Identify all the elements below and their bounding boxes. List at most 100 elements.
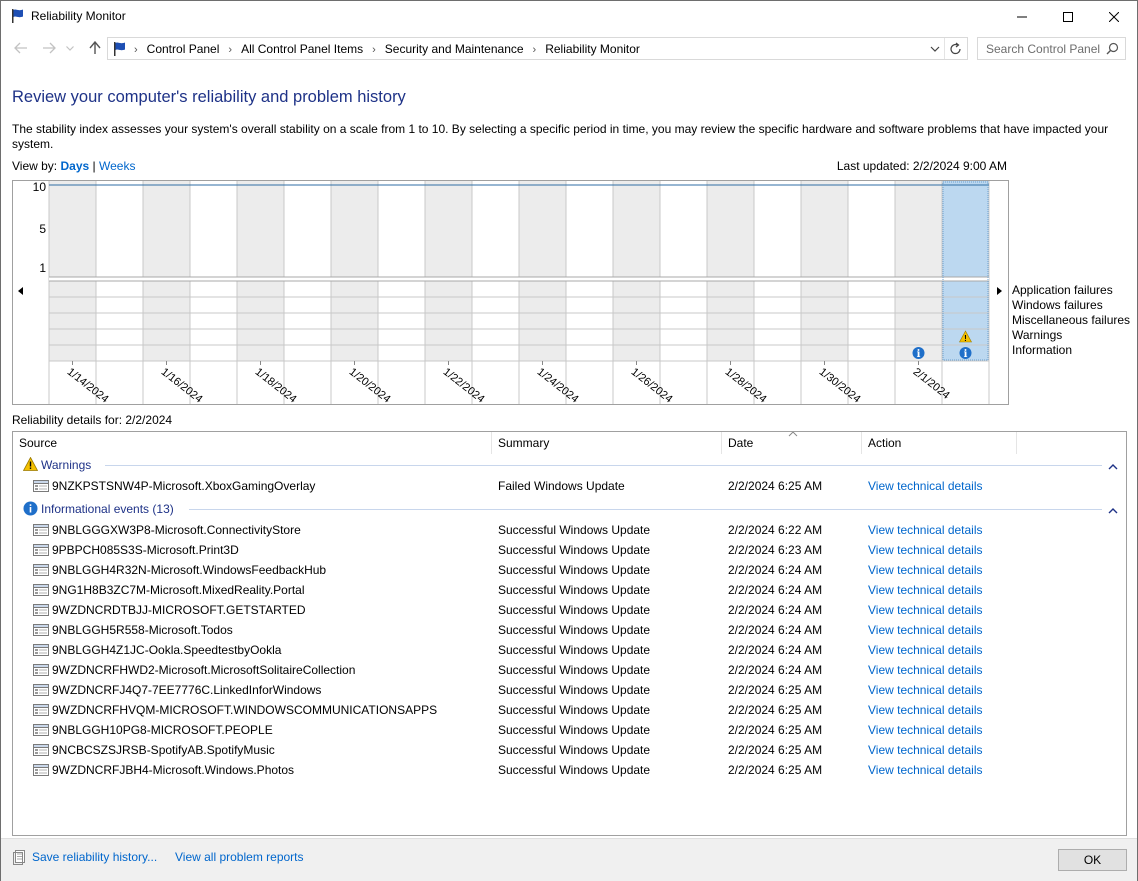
breadcrumb-security-maintenance[interactable]: Security and Maintenance (385, 42, 524, 56)
search-input[interactable] (986, 39, 1112, 58)
collapse-chevron-icon[interactable] (1108, 463, 1118, 470)
legend-misc-failures: Miscellaneous failures (1012, 313, 1131, 327)
up-button[interactable] (86, 40, 104, 56)
refresh-icon[interactable] (949, 41, 963, 57)
table-row[interactable]: 9NBLGGH4Z1JC-Ookla.SpeedtestbyOokla Succe… (13, 640, 1126, 660)
table-row[interactable]: 9NCBCSZSJRSB-SpotifyAB.SpotifyMusic Succe… (13, 740, 1126, 760)
breadcrumb-separator-icon[interactable]: › (372, 44, 376, 56)
search-icon[interactable] (1106, 42, 1119, 55)
reliability-chart[interactable]: 10 5 1 1/14/2024 1/16/2024 1/18/2024 1/20/2024… (12, 180, 1009, 405)
day-column[interactable] (848, 181, 895, 361)
table-row[interactable]: 9WZDNCRDTBJJ-MICROSOFT.GETSTARTED Success… (13, 600, 1126, 620)
breadcrumb-all-items[interactable]: All Control Panel Items (241, 42, 363, 56)
column-source[interactable]: Source (13, 432, 492, 454)
row-source: 9NZKPSTSNW4P-Microsoft.XboxGamingOverlay (52, 479, 316, 493)
view-days-link[interactable]: Days (60, 159, 89, 173)
row-summary: Successful Windows Update (498, 623, 651, 637)
save-reliability-history-link[interactable]: Save reliability history... (32, 850, 157, 864)
reliability-chart-graphic[interactable]: 10 5 1 1/14/2024 1/16/2024 1/18/2024 1/20/2024… (13, 181, 1010, 406)
view-technical-details-link[interactable]: View technical details (868, 563, 983, 577)
row-summary: Successful Windows Update (498, 703, 651, 717)
row-date: 2/2/2024 6:25 AM (728, 723, 823, 737)
table-row[interactable]: 9PBPCH085S3S-Microsoft.Print3D Successful… (13, 540, 1126, 560)
breadcrumb-separator-icon[interactable]: › (533, 44, 537, 56)
search-box[interactable] (977, 37, 1126, 60)
day-column[interactable] (613, 181, 660, 361)
view-technical-details-link[interactable]: View technical details (868, 623, 983, 637)
view-technical-details-link[interactable]: View technical details (868, 703, 983, 717)
view-technical-details-link[interactable]: View technical details (868, 663, 983, 677)
table-row[interactable]: 9NZKPSTSNW4P-Microsoft.XboxGamingOverlay… (13, 476, 1126, 496)
day-column[interactable] (378, 181, 425, 361)
breadcrumb-separator-icon[interactable]: › (228, 44, 232, 56)
view-technical-details-link[interactable]: View technical details (868, 643, 983, 657)
day-column[interactable] (331, 181, 378, 361)
application-icon (33, 624, 49, 636)
application-icon (33, 644, 49, 656)
forward-button[interactable] (40, 40, 58, 56)
view-technical-details-link[interactable]: View technical details (868, 479, 983, 493)
view-all-problem-reports-link[interactable]: View all problem reports (175, 850, 304, 864)
table-row[interactable]: 9NBLGGH10PG8-MICROSOFT.PEOPLE Successful … (13, 720, 1126, 740)
address-bar[interactable]: › Control Panel › All Control Panel Items › S… (107, 37, 968, 60)
day-column[interactable] (472, 181, 519, 361)
table-row[interactable]: 9NBLGGH4R32N-Microsoft.WindowsFeedbackHu… (13, 560, 1126, 580)
view-technical-details-link[interactable]: View technical details (868, 603, 983, 617)
back-button[interactable] (12, 40, 30, 56)
table-row[interactable]: 9WZDNCRFJ4Q7-7EE7776C.LinkedInforWindows… (13, 680, 1126, 700)
row-date: 2/2/2024 6:24 AM (728, 603, 823, 617)
application-icon (33, 764, 49, 776)
column-summary[interactable]: Summary (492, 432, 722, 454)
table-row[interactable]: 9WZDNCRFJBH4-Microsoft.Windows.Photos Suc… (13, 760, 1126, 780)
day-column[interactable] (49, 181, 96, 361)
breadcrumb-control-panel[interactable]: Control Panel (147, 42, 220, 56)
day-column[interactable] (754, 181, 801, 361)
day-column[interactable] (237, 181, 284, 361)
ok-button[interactable]: OK (1058, 849, 1127, 871)
application-icon (33, 563, 49, 580)
column-action[interactable]: Action (862, 432, 1017, 454)
day-column[interactable] (190, 181, 237, 361)
day-column[interactable] (895, 181, 942, 361)
maximize-button[interactable] (1045, 1, 1091, 32)
day-column[interactable] (660, 181, 707, 361)
day-column[interactable] (707, 181, 754, 361)
minimize-button[interactable] (999, 1, 1045, 32)
view-technical-details-link[interactable]: View technical details (868, 723, 983, 737)
scroll-left-icon[interactable] (18, 287, 23, 295)
x-tick-label: 1/30/2024 (817, 366, 863, 406)
view-weeks-link[interactable]: Weeks (99, 159, 135, 173)
table-row[interactable]: 9NBLGGGXW3P8-Microsoft.ConnectivityStore… (13, 520, 1126, 540)
address-dropdown-icon[interactable] (929, 41, 941, 57)
view-technical-details-link[interactable]: View technical details (868, 583, 983, 597)
day-column[interactable] (519, 181, 566, 361)
breadcrumb-reliability-monitor[interactable]: Reliability Monitor (545, 42, 640, 56)
view-technical-details-link[interactable]: View technical details (868, 743, 983, 757)
scroll-right-icon[interactable] (997, 287, 1002, 295)
view-technical-details-link[interactable]: View technical details (868, 543, 983, 557)
application-icon (33, 763, 49, 780)
view-technical-details-link[interactable]: View technical details (868, 683, 983, 697)
legend-application-failures: Application failures (1012, 283, 1113, 297)
table-row[interactable]: 9WZDNCRFHWD2-Microsoft.MicrosoftSolitair… (13, 660, 1126, 680)
day-column[interactable] (425, 181, 472, 361)
group-divider (105, 465, 1102, 466)
table-row[interactable]: 9NBLGGH5R558-Microsoft.Todos Successful W… (13, 620, 1126, 640)
view-technical-details-link[interactable]: View technical details (868, 763, 983, 777)
collapse-group-button[interactable] (1108, 459, 1118, 473)
table-group-header[interactable]: Warnings (13, 455, 1126, 475)
recent-locations-button[interactable] (64, 40, 76, 56)
day-column[interactable] (566, 181, 613, 361)
table-row[interactable]: 9WZDNCRFHVQM-MICROSOFT.WINDOWSCOMMUNICAT… (13, 700, 1126, 720)
collapse-group-button[interactable] (1108, 503, 1118, 517)
table-row[interactable]: 9NG1H8B3ZC7M-Microsoft.MixedReality.Port… (13, 580, 1126, 600)
close-button[interactable] (1091, 1, 1137, 32)
collapse-chevron-icon[interactable] (1108, 507, 1118, 514)
day-column[interactable] (801, 181, 848, 361)
x-tick-label: 1/18/2024 (253, 366, 299, 406)
day-column[interactable] (284, 181, 331, 361)
day-column[interactable] (96, 181, 143, 361)
view-technical-details-link[interactable]: View technical details (868, 523, 983, 537)
day-column[interactable] (143, 181, 190, 361)
table-group-header[interactable]: Informational events (13) (13, 499, 1126, 519)
